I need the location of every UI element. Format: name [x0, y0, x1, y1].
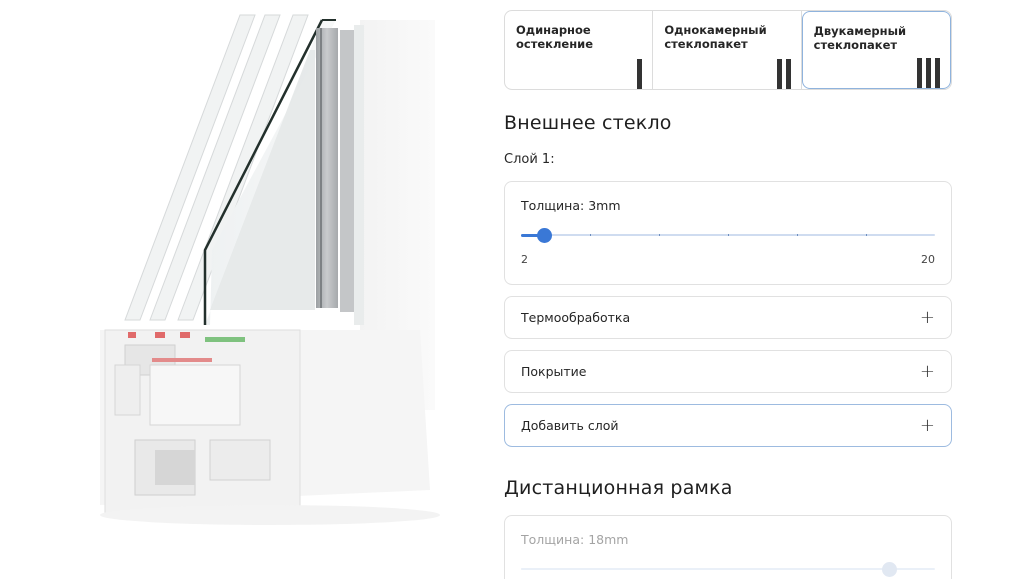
- plus-icon[interactable]: +: [920, 308, 935, 327]
- slider-max-label: 20: [921, 253, 935, 266]
- slider-tick: [658, 234, 660, 236]
- glass-thickness-card: Толщина: 3mm 2 20: [504, 181, 952, 285]
- slider-thumb[interactable]: [537, 228, 552, 243]
- double-pane-icon: [776, 59, 791, 89]
- triple-pane-icon: [916, 58, 940, 88]
- slider-min-label: 2: [521, 253, 528, 266]
- heat-treatment-accordion[interactable]: Термообработка +: [504, 296, 952, 339]
- layer-label: Слой 1:: [504, 152, 555, 167]
- coating-label: Покрытие: [521, 364, 587, 379]
- glazing-type-label: Одинарное остекление: [516, 23, 594, 51]
- configurator-panel: Одинарное остекление Однокамерный стекло…: [504, 10, 952, 579]
- add-layer-button[interactable]: Добавить слой +: [504, 404, 952, 447]
- glass-thickness-slider[interactable]: [521, 227, 935, 243]
- slider-tick: [866, 234, 867, 236]
- glazing-type-double-chamber[interactable]: Двукамерный стеклопакет: [801, 11, 951, 89]
- plus-icon[interactable]: +: [920, 362, 935, 381]
- window-profile-illustration: [60, 10, 480, 530]
- glazing-type-label: Двукамерный стеклопакет: [813, 24, 907, 52]
- glazing-type-selector: Одинарное остекление Однокамерный стекло…: [504, 10, 952, 90]
- glazing-type-label: Однокамерный стеклопакет: [664, 23, 767, 51]
- single-pane-icon: [637, 59, 643, 89]
- glazing-type-single-chamber[interactable]: Однокамерный стеклопакет: [653, 11, 802, 89]
- spacer-thickness-content: Толщина: 18mm: [521, 532, 935, 577]
- slider-thumb[interactable]: [882, 562, 897, 577]
- glass-thickness-label: Толщина: 3mm: [521, 198, 621, 213]
- spacer-thickness-card: Толщина: 18mm: [504, 515, 952, 579]
- slider-tick: [796, 234, 798, 236]
- spacer-frame-title: Дистанционная рамка: [504, 477, 733, 499]
- glazing-type-single[interactable]: Одинарное остекление: [505, 11, 654, 89]
- plus-icon[interactable]: +: [920, 416, 935, 435]
- add-layer-label: Добавить слой: [521, 418, 619, 433]
- spacer-thickness-slider[interactable]: [521, 561, 935, 577]
- heat-treatment-label: Термообработка: [521, 310, 631, 325]
- spacer-thickness-label: Толщина: 18mm: [521, 532, 629, 547]
- outer-glass-title: Внешнее стекло: [504, 112, 672, 134]
- slider-tick: [589, 234, 591, 236]
- slider-range-labels: 2 20: [521, 253, 935, 266]
- slider-fill: [521, 568, 889, 570]
- coating-accordion[interactable]: Покрытие +: [504, 350, 952, 393]
- slider-tick: [728, 234, 729, 236]
